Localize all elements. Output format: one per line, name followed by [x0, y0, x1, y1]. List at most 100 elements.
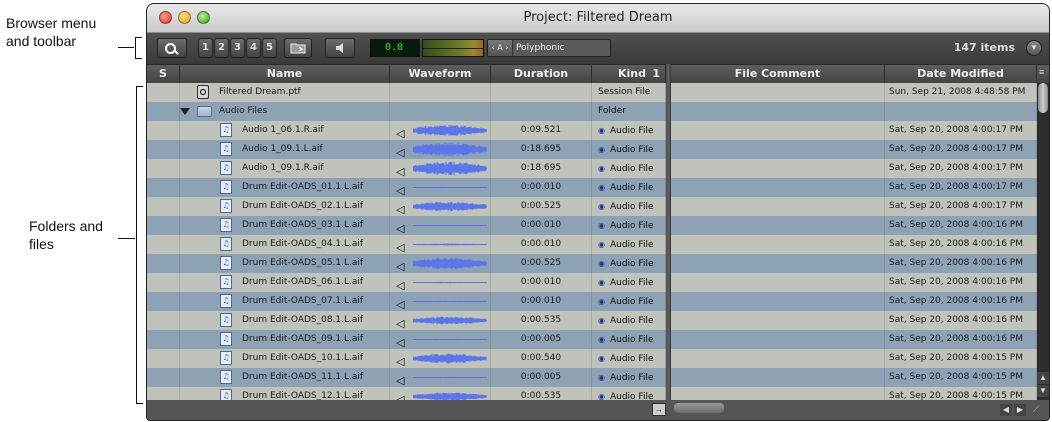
name-cell[interactable]: ♫ Drum Edit-OADS_08.1.L.aif [180, 311, 390, 330]
name-cell[interactable]: ♫ Audio 1_09.1.R.aif [180, 159, 390, 178]
waveform-cell[interactable]: ◁ [390, 178, 491, 197]
scroll-left-arrow-icon[interactable]: ◀ [1000, 404, 1012, 416]
waveform-cell[interactable]: ◁ [390, 159, 491, 178]
speaker-icon[interactable]: ◁ [396, 371, 404, 387]
table-row[interactable]: ♫ Drum Edit-OADS_07.1.L.aif ◁ 0:00.010 ◉ Audi… [147, 292, 1049, 311]
file-comment-cell[interactable] [671, 121, 885, 140]
waveform-cell[interactable]: ◁ [390, 254, 491, 273]
table-row[interactable]: ♫ Drum Edit-OADS_04.1.L.aif ◁ 0:00.010 ◉ Audi… [147, 235, 1049, 254]
name-cell[interactable]: ♫ Drum Edit-OADS_11.1.L.aif [180, 368, 390, 387]
file-comment-cell[interactable] [671, 235, 885, 254]
speaker-icon[interactable]: ◁ [396, 314, 404, 330]
name-cell[interactable]: ♫ Drum Edit-OADS_05.1.L.aif [180, 254, 390, 273]
waveform-cell[interactable]: ◁ [390, 387, 491, 400]
waveform-cell[interactable]: ◁ [390, 368, 491, 387]
view-preset-1-button[interactable]: 1 [198, 38, 213, 58]
table-row[interactable]: ♫ Audio 1_09.1.L.aif ◁ 0:18.695 ◉ Audio File S… [147, 140, 1049, 159]
waveform-cell[interactable] [390, 83, 491, 102]
speaker-icon[interactable]: ◁ [396, 238, 404, 254]
speaker-icon[interactable]: ◁ [396, 181, 404, 197]
speaker-icon[interactable]: ◁ [396, 276, 404, 292]
scroll-down-arrow-icon[interactable]: ▼ [1037, 385, 1049, 397]
view-preset-2-button[interactable]: 2 [214, 38, 229, 58]
scroll-right-arrow-icon[interactable]: ▶ [1014, 404, 1026, 416]
file-comment-cell[interactable] [671, 292, 885, 311]
column-header-name[interactable]: Name [180, 65, 390, 83]
file-comment-cell[interactable] [671, 159, 885, 178]
name-cell[interactable]: ♫ Drum Edit-OADS_10.1.L.aif [180, 349, 390, 368]
audition-level-meter[interactable] [422, 39, 484, 57]
table-row[interactable]: Audio Files Folder [147, 102, 1049, 121]
speaker-icon[interactable]: ◁ [396, 257, 404, 273]
file-comment-cell[interactable] [671, 330, 885, 349]
table-row[interactable]: ♫ Drum Edit-OADS_12.1.L.aif ◁ 0:00.535 ◉ Audi… [147, 387, 1049, 400]
waveform-cell[interactable]: ◁ [390, 349, 491, 368]
speaker-icon[interactable]: ◁ [396, 333, 404, 349]
pane-divider[interactable] [666, 64, 671, 420]
speaker-icon[interactable]: ◁ [396, 295, 404, 311]
name-cell[interactable]: ♫ Drum Edit-OADS_04.1.L.aif [180, 235, 390, 254]
waveform-cell[interactable]: ◁ [390, 235, 491, 254]
file-comment-cell[interactable] [671, 387, 885, 400]
name-cell[interactable]: ♫ Audio 1_06.1.R.aif [180, 121, 390, 140]
table-row[interactable]: Filtered Dream.ptf Session File Sun, Sep 2… [147, 83, 1049, 102]
title-bar[interactable]: Project: Filtered Dream [147, 4, 1049, 33]
resize-grip-icon[interactable]: ⟋ [1033, 404, 1039, 415]
table-row[interactable]: ♫ Drum Edit-OADS_05.1.L.aif ◁ 0:00.525 ◉ Audi… [147, 254, 1049, 273]
view-preset-5-button[interactable]: 5 [262, 38, 277, 58]
mode-arrows-icon[interactable]: ‹ A › [488, 40, 513, 56]
speaker-icon[interactable]: ◁ [396, 219, 404, 235]
name-cell[interactable]: ♫ Drum Edit-OADS_07.1.L.aif [180, 292, 390, 311]
name-cell[interactable]: ♫ Drum Edit-OADS_02.1.L.aif [180, 197, 390, 216]
horizontal-scroll-thumb[interactable] [674, 403, 724, 413]
table-row[interactable]: ♫ Drum Edit-OADS_03.1.L.aif ◁ 0:00.010 ◉ Audi… [147, 216, 1049, 235]
file-comment-cell[interactable] [671, 178, 885, 197]
table-row[interactable]: ♫ Drum Edit-OADS_02.1.L.aif ◁ 0:00.525 ◉ Audi… [147, 197, 1049, 216]
file-comment-cell[interactable] [671, 216, 885, 235]
column-header-s[interactable]: S [147, 65, 180, 83]
speaker-icon[interactable]: ◁ [396, 162, 404, 178]
waveform-cell[interactable] [390, 102, 491, 121]
column-header-kind[interactable]: Kind 1 [592, 65, 666, 83]
file-comment-cell[interactable] [671, 368, 885, 387]
name-cell[interactable]: ♫ Drum Edit-OADS_06.1.L.aif [180, 273, 390, 292]
table-row[interactable]: ♫ Drum Edit-OADS_11.1.L.aif ◁ 0:00.005 ◉ Audi… [147, 368, 1049, 387]
table-row[interactable]: ♫ Audio 1_06.1.R.aif ◁ 0:09.521 ◉ Audio File S… [147, 121, 1049, 140]
table-row[interactable]: ♫ Drum Edit-OADS_10.1.L.aif ◁ 0:00.540 ◉ Audi… [147, 349, 1049, 368]
table-row[interactable]: ♫ Drum Edit-OADS_06.1.L.aif ◁ 0:00.010 ◉ Audi… [147, 273, 1049, 292]
audition-mode-selector[interactable]: ‹ A › Polyphonic [487, 39, 611, 57]
waveform-cell[interactable]: ◁ [390, 330, 491, 349]
view-preset-4-button[interactable]: 4 [246, 38, 261, 58]
name-cell[interactable]: ♫ Audio 1_09.1.L.aif [180, 140, 390, 159]
waveform-cell[interactable]: ◁ [390, 311, 491, 330]
table-row[interactable]: ♫ Drum Edit-OADS_01.1.L.aif ◁ 0:00.010 ◉ Audi… [147, 178, 1049, 197]
column-header-file-comment[interactable]: File Comment [671, 65, 885, 83]
file-comment-cell[interactable] [671, 83, 885, 102]
waveform-cell[interactable]: ◁ [390, 140, 491, 159]
speaker-icon[interactable]: ◁ [396, 200, 404, 216]
name-cell[interactable]: Filtered Dream.ptf [180, 83, 390, 102]
file-comment-cell[interactable] [671, 197, 885, 216]
column-header-date-modified[interactable]: Date Modified [885, 65, 1037, 83]
column-options-icon[interactable]: ≡ [1039, 67, 1044, 77]
name-cell[interactable]: ♫ Drum Edit-OADS_01.1.L.aif [180, 178, 390, 197]
speaker-icon[interactable]: ◁ [396, 143, 404, 159]
disclosure-triangle-icon[interactable] [180, 108, 190, 115]
table-row[interactable]: ♫ Audio 1_09.1.R.aif ◁ 0:18.695 ◉ Audio File S… [147, 159, 1049, 178]
scroll-up-arrow-icon[interactable]: ▲ [1037, 372, 1049, 384]
waveform-cell[interactable]: ◁ [390, 216, 491, 235]
file-comment-cell[interactable] [671, 102, 885, 121]
view-preset-3-button[interactable]: 3 [230, 38, 245, 58]
waveform-cell[interactable]: ◁ [390, 273, 491, 292]
name-cell[interactable]: ♫ Drum Edit-OADS_03.1.L.aif [180, 216, 390, 235]
audition-button[interactable] [325, 38, 355, 58]
speaker-icon[interactable]: ◁ [396, 124, 404, 140]
file-comment-cell[interactable] [671, 254, 885, 273]
file-comment-cell[interactable] [671, 140, 885, 159]
name-cell[interactable]: ♫ Drum Edit-OADS_12.1.L.aif [180, 387, 390, 400]
speaker-icon[interactable]: ◁ [396, 352, 404, 368]
search-button[interactable] [157, 38, 187, 58]
waveform-cell[interactable]: ◁ [390, 121, 491, 140]
expand-column-icon[interactable]: → [652, 403, 666, 416]
vertical-scroll-thumb[interactable] [1038, 83, 1048, 113]
